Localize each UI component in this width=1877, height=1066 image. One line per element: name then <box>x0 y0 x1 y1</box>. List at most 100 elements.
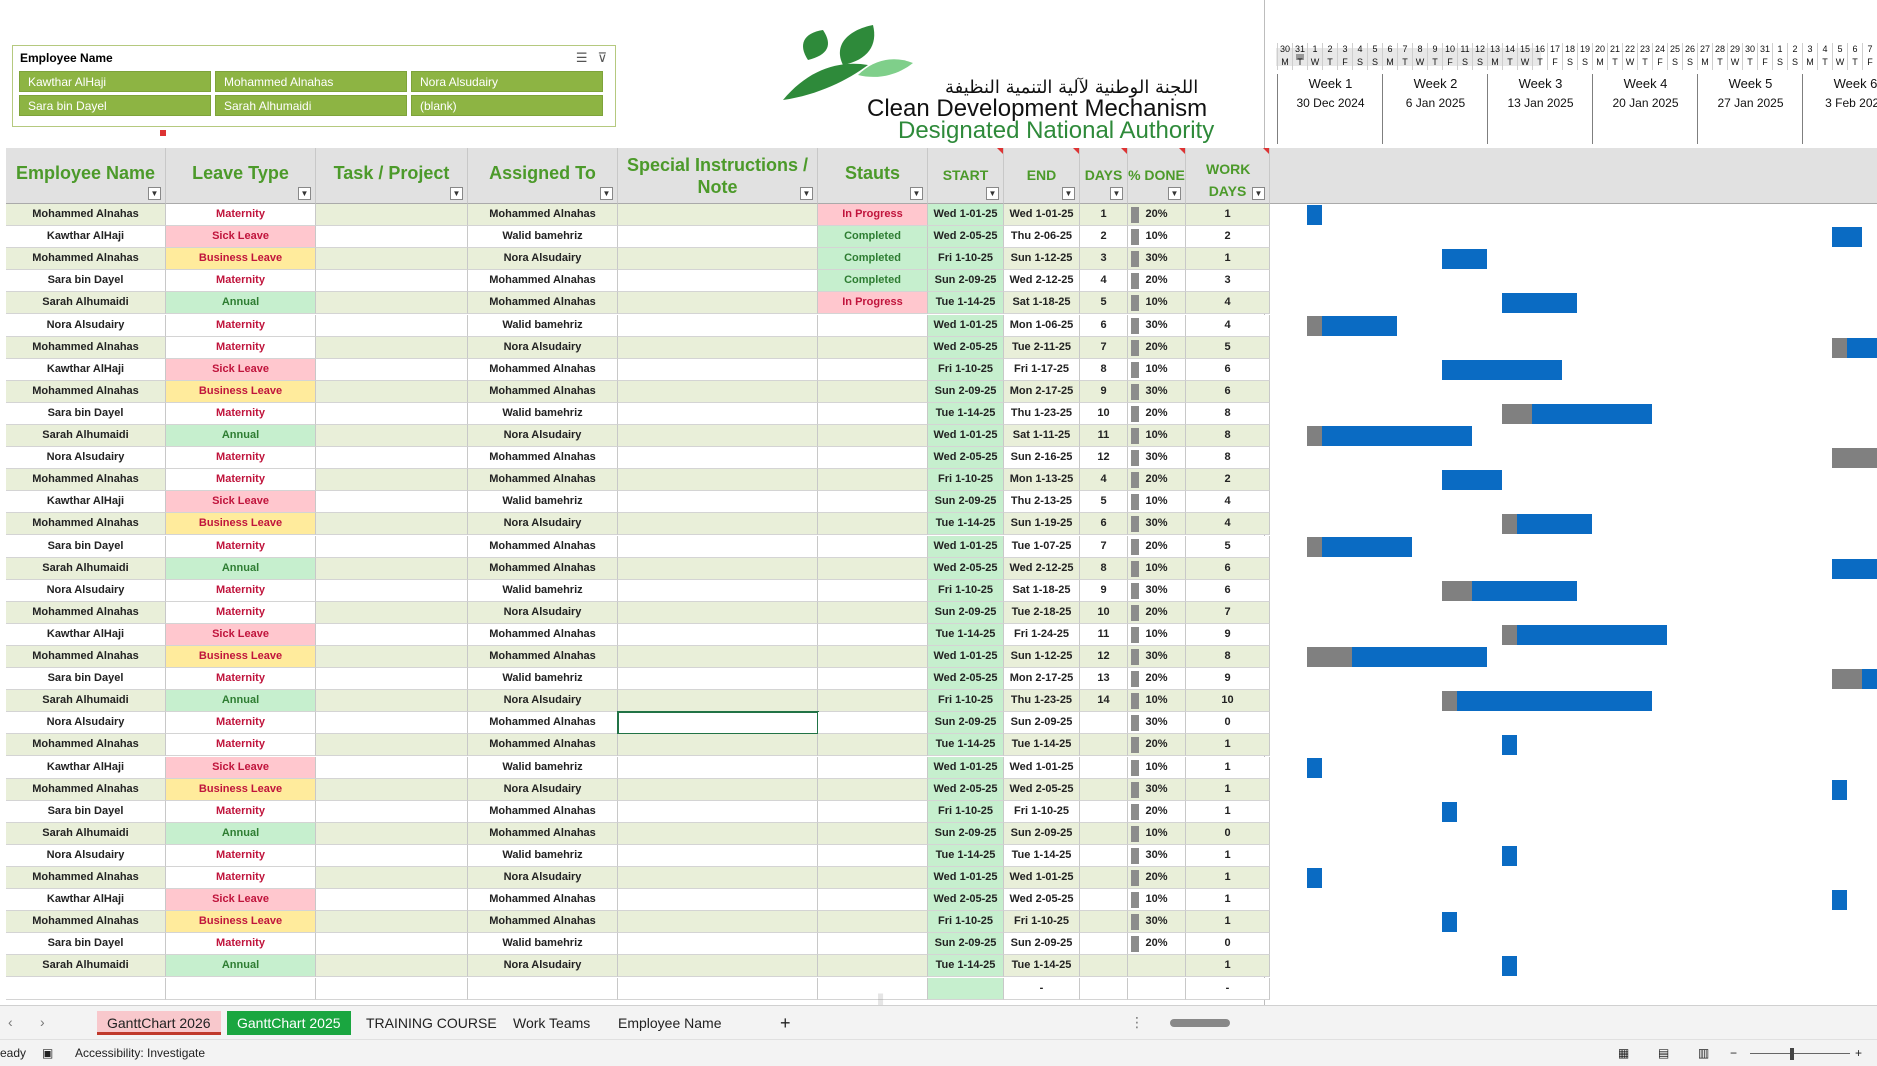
employee-name-slicer[interactable]: Employee Name ☰ ⊽ Kawthar AlHaji Mohammed… <box>12 45 616 127</box>
cell-task[interactable] <box>316 601 468 624</box>
cell-done[interactable]: 10% <box>1128 491 1186 514</box>
cell-employee[interactable]: Mohammed Alnahas <box>6 204 166 226</box>
cell-done[interactable]: 10% <box>1128 358 1186 381</box>
cell-leave[interactable]: Maternity <box>166 447 316 470</box>
cell-days[interactable] <box>1080 955 1128 978</box>
cell-note[interactable] <box>618 380 818 403</box>
cell-employee[interactable]: Kawthar AlHaji <box>6 491 166 514</box>
cell-done[interactable]: 20% <box>1128 535 1186 558</box>
next-sheet-icon[interactable]: › <box>40 1014 45 1030</box>
cell-task[interactable] <box>316 557 468 580</box>
cell-days[interactable]: 7 <box>1080 336 1128 359</box>
gantt-task-bar[interactable] <box>1517 624 1667 645</box>
cell-employee[interactable]: Mohammed Alnahas <box>6 911 166 934</box>
cell-start[interactable]: Wed 2-05-25 <box>928 336 1004 359</box>
cell-note[interactable] <box>618 822 818 845</box>
cell-assigned[interactable] <box>468 977 618 1000</box>
cell-status[interactable] <box>818 314 928 337</box>
cell-start[interactable]: Fri 1-10-25 <box>928 690 1004 713</box>
slicer-item[interactable]: Nora Alsudairy <box>411 71 603 92</box>
cell-assigned[interactable]: Nora Alsudairy <box>468 955 618 978</box>
cell-status[interactable] <box>818 579 928 602</box>
cell-employee[interactable]: Nora Alsudairy <box>6 844 166 867</box>
gantt-progress-bar[interactable] <box>1502 624 1517 645</box>
cell-days[interactable]: 12 <box>1080 447 1128 470</box>
cell-assigned[interactable]: Mohammed Alnahas <box>468 800 618 823</box>
cell-days[interactable]: 4 <box>1080 469 1128 492</box>
cell-work[interactable]: 6 <box>1186 557 1270 580</box>
cell-employee[interactable]: Mohammed Alnahas <box>6 734 166 757</box>
filter-dropdown-icon[interactable]: ▼ <box>148 187 161 200</box>
cell-work[interactable]: 1 <box>1186 204 1270 226</box>
cell-note[interactable] <box>618 557 818 580</box>
cell-done[interactable]: 20% <box>1128 270 1186 293</box>
more-icon[interactable]: ⋮ <box>1130 1014 1144 1031</box>
cell-start[interactable]: Wed 2-05-25 <box>928 226 1004 249</box>
cell-start[interactable]: Sun 2-09-25 <box>928 491 1004 514</box>
macro-record-icon[interactable]: ▣ <box>42 1046 53 1060</box>
normal-view-icon[interactable]: ▦ <box>1618 1046 1629 1060</box>
cell-days[interactable]: 12 <box>1080 646 1128 668</box>
cell-days[interactable]: 3 <box>1080 248 1128 271</box>
cell-note[interactable] <box>618 579 818 602</box>
cell-leave[interactable]: Maternity <box>166 314 316 337</box>
col-days-header[interactable]: DAYS ▼ <box>1080 148 1128 204</box>
cell-end[interactable]: Mon 2-17-25 <box>1004 380 1080 403</box>
cell-work[interactable]: 2 <box>1186 469 1270 492</box>
cell-employee[interactable]: Sara bin Dayel <box>6 270 166 293</box>
cell-assigned[interactable]: Nora Alsudairy <box>468 778 618 801</box>
cell-leave[interactable]: Annual <box>166 822 316 845</box>
cell-start[interactable]: Fri 1-10-25 <box>928 358 1004 381</box>
cell-task[interactable] <box>316 623 468 646</box>
cell-end[interactable]: Mon 1-06-25 <box>1004 314 1080 337</box>
cell-note[interactable] <box>618 734 818 757</box>
cell-assigned[interactable]: Walid bamehriz <box>468 402 618 425</box>
cell-leave[interactable]: Maternity <box>166 469 316 492</box>
cell-done[interactable]: 30% <box>1128 712 1186 735</box>
tab-work-teams[interactable]: Work Teams <box>503 1011 600 1035</box>
cell-start[interactable]: Wed 1-01-25 <box>928 314 1004 337</box>
cell-task[interactable] <box>316 911 468 934</box>
gantt-task-bar[interactable] <box>1442 359 1562 380</box>
cell-days[interactable] <box>1080 822 1128 845</box>
cell-task[interactable] <box>316 778 468 801</box>
cell-days[interactable] <box>1080 933 1128 956</box>
cell-note[interactable] <box>618 535 818 558</box>
cell-end[interactable]: Fri 1-10-25 <box>1004 911 1080 934</box>
cell-start[interactable]: Fri 1-10-25 <box>928 469 1004 492</box>
cell-employee[interactable]: Sarah Alhumaidi <box>6 822 166 845</box>
horizontal-scroll-thumb[interactable] <box>1170 1019 1230 1027</box>
cell-task[interactable] <box>316 402 468 425</box>
cell-status[interactable] <box>818 712 928 735</box>
cell-done[interactable]: 20% <box>1128 800 1186 823</box>
gantt-task-bar[interactable] <box>1442 801 1457 822</box>
cell-work[interactable]: 4 <box>1186 513 1270 536</box>
cell-task[interactable] <box>316 844 468 867</box>
col-leave-header[interactable]: Leave Type ▼ <box>166 148 316 204</box>
cell-work[interactable]: 1 <box>1186 889 1270 912</box>
cell-employee[interactable] <box>6 977 166 1000</box>
cell-employee[interactable]: Nora Alsudairy <box>6 314 166 337</box>
cell-end[interactable]: Thu 2-13-25 <box>1004 491 1080 514</box>
cell-employee[interactable]: Sarah Alhumaidi <box>6 955 166 978</box>
cell-done[interactable]: 20% <box>1128 867 1186 889</box>
cell-end[interactable]: Wed 1-01-25 <box>1004 867 1080 889</box>
cell-done[interactable] <box>1128 955 1186 978</box>
cell-start[interactable]: Wed 1-01-25 <box>928 425 1004 447</box>
gantt-task-bar[interactable] <box>1862 669 1877 690</box>
cell-assigned[interactable]: Mohammed Alnahas <box>468 270 618 293</box>
filter-dropdown-icon[interactable]: ▼ <box>910 187 923 200</box>
cell-start[interactable]: Sun 2-09-25 <box>928 822 1004 845</box>
cell-employee[interactable]: Kawthar AlHaji <box>6 623 166 646</box>
cell-task[interactable] <box>316 358 468 381</box>
cell-days[interactable]: 5 <box>1080 292 1128 315</box>
cell-note[interactable] <box>618 955 818 978</box>
cell-employee[interactable]: Sarah Alhumaidi <box>6 690 166 713</box>
cell-done[interactable]: 20% <box>1128 469 1186 492</box>
cell-days[interactable] <box>1080 844 1128 867</box>
cell-status[interactable]: In Progress <box>818 204 928 226</box>
cell-note[interactable] <box>618 491 818 514</box>
cell-employee[interactable]: Sarah Alhumaidi <box>6 425 166 447</box>
cell-task[interactable] <box>316 380 468 403</box>
cell-note[interactable] <box>618 469 818 492</box>
